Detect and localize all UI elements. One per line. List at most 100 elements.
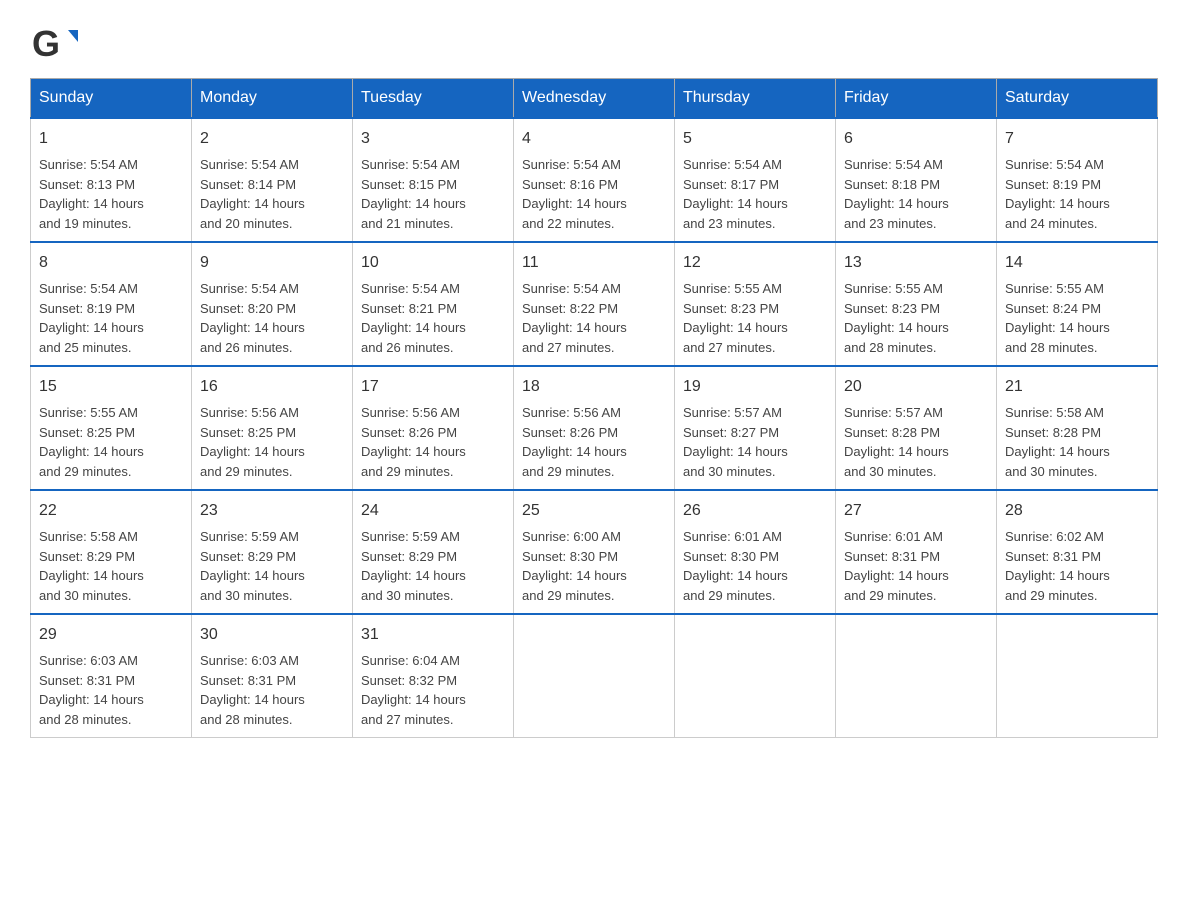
day-info: Sunrise: 6:03 AMSunset: 8:31 PMDaylight:…: [39, 653, 144, 727]
calendar-week-1: 1 Sunrise: 5:54 AMSunset: 8:13 PMDaylight…: [31, 118, 1158, 242]
calendar-cell: 16 Sunrise: 5:56 AMSunset: 8:25 PMDayligh…: [192, 366, 353, 490]
weekday-header-saturday: Saturday: [997, 79, 1158, 119]
day-number: 4: [522, 127, 666, 151]
calendar-cell: 3 Sunrise: 5:54 AMSunset: 8:15 PMDaylight…: [353, 118, 514, 242]
day-number: 27: [844, 499, 988, 523]
calendar-week-5: 29 Sunrise: 6:03 AMSunset: 8:31 PMDayligh…: [31, 614, 1158, 738]
calendar-cell: 7 Sunrise: 5:54 AMSunset: 8:19 PMDaylight…: [997, 118, 1158, 242]
day-number: 7: [1005, 127, 1149, 151]
calendar-cell: 28Sunrise: 6:02 AMSunset: 8:31 PMDayligh…: [997, 490, 1158, 614]
day-number: 11: [522, 251, 666, 275]
calendar-cell: 1 Sunrise: 5:54 AMSunset: 8:13 PMDaylight…: [31, 118, 192, 242]
calendar-week-4: 22 Sunrise: 5:58 AMSunset: 8:29 PMDayligh…: [31, 490, 1158, 614]
calendar-cell: 24 Sunrise: 5:59 AMSunset: 8:29 PMDayligh…: [353, 490, 514, 614]
calendar-week-2: 8 Sunrise: 5:54 AMSunset: 8:19 PMDaylight…: [31, 242, 1158, 366]
day-number: 19: [683, 375, 827, 399]
day-info: Sunrise: 6:00 AMSunset: 8:30 PMDaylight:…: [522, 529, 627, 603]
calendar-cell: 5 Sunrise: 5:54 AMSunset: 8:17 PMDaylight…: [675, 118, 836, 242]
day-info: Sunrise: 5:56 AMSunset: 8:26 PMDaylight:…: [522, 405, 627, 479]
calendar-cell: 21 Sunrise: 5:58 AMSunset: 8:28 PMDayligh…: [997, 366, 1158, 490]
day-info: Sunrise: 5:54 AMSunset: 8:19 PMDaylight:…: [39, 281, 144, 355]
day-info: Sunrise: 5:54 AMSunset: 8:15 PMDaylight:…: [361, 157, 466, 231]
calendar-cell: 17 Sunrise: 5:56 AMSunset: 8:26 PMDayligh…: [353, 366, 514, 490]
day-number: 9: [200, 251, 344, 275]
day-number: 16: [200, 375, 344, 399]
day-info: Sunrise: 5:56 AMSunset: 8:25 PMDaylight:…: [200, 405, 305, 479]
calendar-cell: [514, 614, 675, 738]
day-number: 22: [39, 499, 183, 523]
day-number: 30: [200, 623, 344, 647]
day-info: Sunrise: 5:58 AMSunset: 8:29 PMDaylight:…: [39, 529, 144, 603]
calendar-cell: 15 Sunrise: 5:55 AMSunset: 8:25 PMDayligh…: [31, 366, 192, 490]
day-number: 10: [361, 251, 505, 275]
calendar-cell: 2 Sunrise: 5:54 AMSunset: 8:14 PMDaylight…: [192, 118, 353, 242]
day-number: 26: [683, 499, 827, 523]
page-header: G: [30, 20, 1158, 68]
day-info: Sunrise: 6:01 AMSunset: 8:30 PMDaylight:…: [683, 529, 788, 603]
day-number: 8: [39, 251, 183, 275]
day-number: 15: [39, 375, 183, 399]
calendar-week-3: 15 Sunrise: 5:55 AMSunset: 8:25 PMDayligh…: [31, 366, 1158, 490]
day-number: 24: [361, 499, 505, 523]
calendar-cell: [836, 614, 997, 738]
day-info: Sunrise: 6:01 AMSunset: 8:31 PMDaylight:…: [844, 529, 949, 603]
day-info: Sunrise: 5:59 AMSunset: 8:29 PMDaylight:…: [361, 529, 466, 603]
calendar-cell: 4Sunrise: 5:54 AMSunset: 8:16 PMDaylight…: [514, 118, 675, 242]
day-info: Sunrise: 5:54 AMSunset: 8:14 PMDaylight:…: [200, 157, 305, 231]
day-info: Sunrise: 5:59 AMSunset: 8:29 PMDaylight:…: [200, 529, 305, 603]
day-info: Sunrise: 5:54 AMSunset: 8:20 PMDaylight:…: [200, 281, 305, 355]
calendar-cell: 11Sunrise: 5:54 AMSunset: 8:22 PMDayligh…: [514, 242, 675, 366]
weekday-header-thursday: Thursday: [675, 79, 836, 119]
day-info: Sunrise: 5:57 AMSunset: 8:28 PMDaylight:…: [844, 405, 949, 479]
calendar-cell: 10 Sunrise: 5:54 AMSunset: 8:21 PMDayligh…: [353, 242, 514, 366]
day-number: 2: [200, 127, 344, 151]
day-info: Sunrise: 5:54 AMSunset: 8:21 PMDaylight:…: [361, 281, 466, 355]
calendar-cell: 31Sunrise: 6:04 AMSunset: 8:32 PMDayligh…: [353, 614, 514, 738]
day-number: 29: [39, 623, 183, 647]
day-info: Sunrise: 5:54 AMSunset: 8:18 PMDaylight:…: [844, 157, 949, 231]
day-info: Sunrise: 6:03 AMSunset: 8:31 PMDaylight:…: [200, 653, 305, 727]
calendar-cell: 13Sunrise: 5:55 AMSunset: 8:23 PMDayligh…: [836, 242, 997, 366]
day-number: 14: [1005, 251, 1149, 275]
calendar-cell: 27 Sunrise: 6:01 AMSunset: 8:31 PMDayligh…: [836, 490, 997, 614]
logo-icon: G: [30, 20, 78, 68]
day-number: 17: [361, 375, 505, 399]
day-number: 3: [361, 127, 505, 151]
calendar-cell: 26 Sunrise: 6:01 AMSunset: 8:30 PMDayligh…: [675, 490, 836, 614]
calendar-cell: 12Sunrise: 5:55 AMSunset: 8:23 PMDayligh…: [675, 242, 836, 366]
day-info: Sunrise: 5:54 AMSunset: 8:13 PMDaylight:…: [39, 157, 144, 231]
calendar-cell: 6 Sunrise: 5:54 AMSunset: 8:18 PMDaylight…: [836, 118, 997, 242]
calendar-cell: 9 Sunrise: 5:54 AMSunset: 8:20 PMDaylight…: [192, 242, 353, 366]
svg-text:G: G: [32, 23, 60, 64]
calendar-cell: 19 Sunrise: 5:57 AMSunset: 8:27 PMDayligh…: [675, 366, 836, 490]
day-number: 1: [39, 127, 183, 151]
calendar-cell: 30 Sunrise: 6:03 AMSunset: 8:31 PMDayligh…: [192, 614, 353, 738]
day-info: Sunrise: 5:57 AMSunset: 8:27 PMDaylight:…: [683, 405, 788, 479]
day-number: 21: [1005, 375, 1149, 399]
calendar-cell: 20 Sunrise: 5:57 AMSunset: 8:28 PMDayligh…: [836, 366, 997, 490]
day-number: 23: [200, 499, 344, 523]
calendar-cell: 23 Sunrise: 5:59 AMSunset: 8:29 PMDayligh…: [192, 490, 353, 614]
calendar-table: SundayMondayTuesdayWednesdayThursdayFrid…: [30, 78, 1158, 738]
weekday-header-tuesday: Tuesday: [353, 79, 514, 119]
calendar-cell: 25Sunrise: 6:00 AMSunset: 8:30 PMDayligh…: [514, 490, 675, 614]
calendar-cell: 8 Sunrise: 5:54 AMSunset: 8:19 PMDaylight…: [31, 242, 192, 366]
day-info: Sunrise: 5:56 AMSunset: 8:26 PMDaylight:…: [361, 405, 466, 479]
calendar-cell: [675, 614, 836, 738]
weekday-header-friday: Friday: [836, 79, 997, 119]
day-info: Sunrise: 5:55 AMSunset: 8:25 PMDaylight:…: [39, 405, 144, 479]
day-info: Sunrise: 5:54 AMSunset: 8:17 PMDaylight:…: [683, 157, 788, 231]
day-info: Sunrise: 5:55 AMSunset: 8:24 PMDaylight:…: [1005, 281, 1110, 355]
day-number: 12: [683, 251, 827, 275]
weekday-header-wednesday: Wednesday: [514, 79, 675, 119]
calendar-cell: 14 Sunrise: 5:55 AMSunset: 8:24 PMDayligh…: [997, 242, 1158, 366]
weekday-header-sunday: Sunday: [31, 79, 192, 119]
day-number: 20: [844, 375, 988, 399]
day-number: 5: [683, 127, 827, 151]
calendar-cell: 22 Sunrise: 5:58 AMSunset: 8:29 PMDayligh…: [31, 490, 192, 614]
day-info: Sunrise: 5:54 AMSunset: 8:19 PMDaylight:…: [1005, 157, 1110, 231]
day-info: Sunrise: 6:04 AMSunset: 8:32 PMDaylight:…: [361, 653, 466, 727]
day-number: 6: [844, 127, 988, 151]
day-info: Sunrise: 5:58 AMSunset: 8:28 PMDaylight:…: [1005, 405, 1110, 479]
calendar-header-row: SundayMondayTuesdayWednesdayThursdayFrid…: [31, 79, 1158, 119]
